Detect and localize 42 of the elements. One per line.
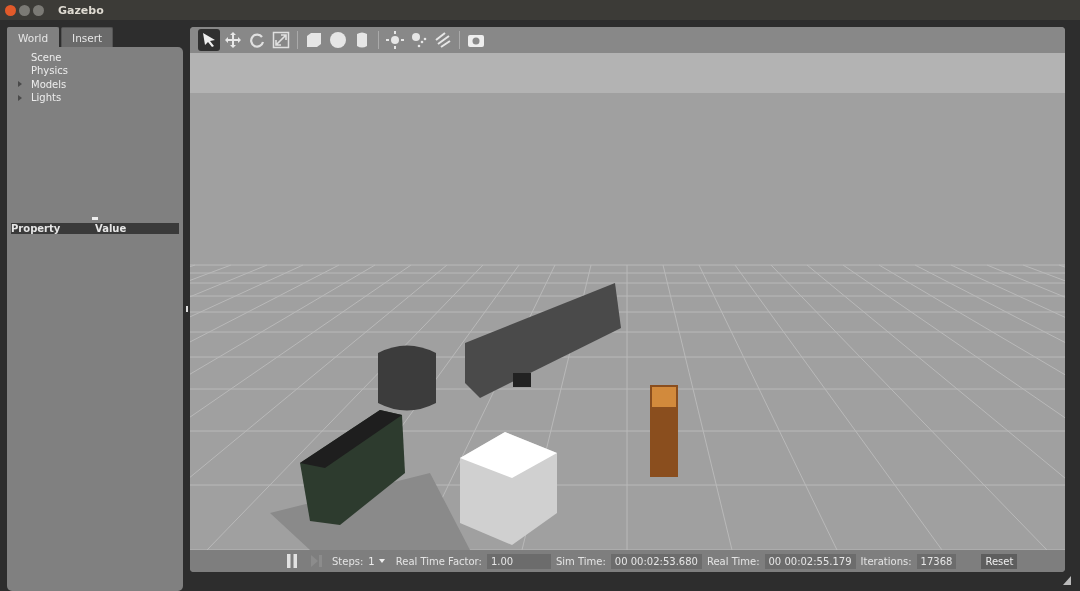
point-light-tool-button[interactable] [384, 29, 406, 51]
box-icon [305, 31, 323, 49]
resize-grip-icon[interactable] [1063, 576, 1072, 585]
tab[interactable]: Insert [61, 27, 114, 47]
steps-label: Steps: [332, 555, 364, 567]
translate-icon [224, 31, 242, 49]
expand-arrow-icon[interactable] [17, 81, 23, 88]
column-header: Property [11, 223, 62, 234]
tab[interactable]: World [7, 27, 60, 47]
splitter-handle-icon[interactable] [185, 306, 188, 312]
status-label: Iterations: [860, 555, 912, 567]
sphere-icon [329, 31, 347, 49]
status-value: 1.00 [486, 553, 551, 569]
status-label: Real Time: [706, 555, 760, 567]
point-light-icon [386, 31, 404, 49]
spot-light-icon [410, 31, 428, 49]
caret-icon [378, 559, 385, 563]
status-label: Real Time Factor: [395, 555, 482, 567]
pause-icon [286, 554, 298, 568]
tree-item[interactable]: Models [31, 78, 67, 90]
column-header: Value [95, 223, 128, 234]
select-tool-button[interactable] [198, 29, 220, 51]
steps-spinbox[interactable]: 1 [368, 555, 391, 567]
status-value: 00 00:02:53.680 [610, 553, 702, 569]
maximize-icon[interactable] [33, 4, 44, 16]
window-title: Gazebo [58, 3, 104, 17]
tree-item[interactable]: Lights [31, 92, 62, 104]
tree-item[interactable]: Scene [31, 52, 62, 64]
splitter-handle-icon[interactable] [92, 217, 98, 220]
minimize-icon[interactable] [19, 4, 30, 16]
rotate-icon [248, 31, 266, 49]
directional-light-icon [434, 31, 452, 49]
sphere-tool-button[interactable] [327, 29, 349, 51]
expand-arrow-icon[interactable] [17, 94, 23, 101]
reset-button[interactable]: Reset [981, 553, 1018, 569]
status-label: Sim Time: [555, 555, 606, 567]
scale-tool-button[interactable] [270, 29, 292, 51]
scale-icon [272, 31, 290, 49]
close-icon[interactable] [5, 4, 16, 16]
tree-item[interactable]: Physics [31, 65, 68, 77]
status-value: 17368 [916, 553, 957, 569]
status-value: 00 00:02:55.179 [764, 553, 856, 569]
